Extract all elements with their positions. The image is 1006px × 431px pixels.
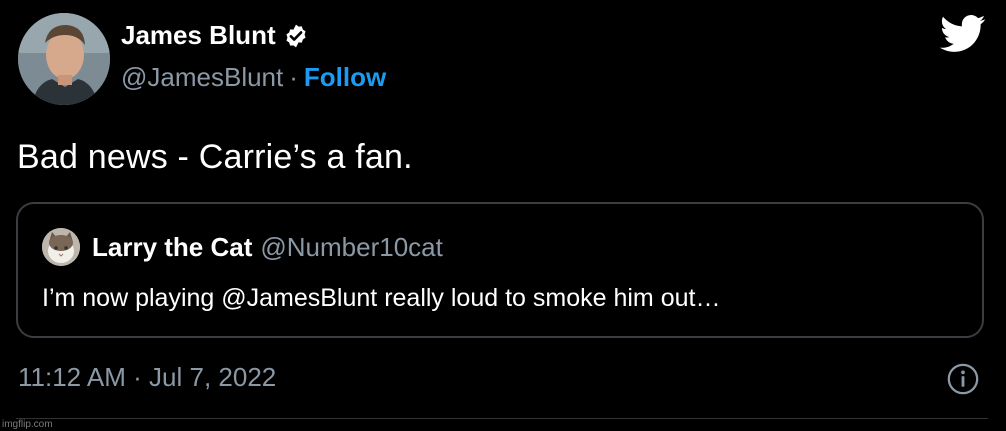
tweet-timestamp[interactable]: 11:12 AM · Jul 7, 2022 — [18, 362, 276, 393]
quoted-author-handle[interactable]: @Number10cat — [260, 232, 442, 262]
quoted-tweet-text: I’m now playing @JamesBlunt really loud … — [42, 284, 721, 312]
tweet-text: Bad news - Carrie’s a fan. — [17, 138, 413, 176]
quoted-author-name[interactable]: Larry the Cat — [92, 232, 252, 262]
divider — [16, 418, 988, 419]
author-name[interactable]: James Blunt — [121, 20, 276, 51]
quoted-tweet-card[interactable]: Larry the Cat @Number10cat I’m now playin… — [16, 202, 984, 338]
watermark: imgflip.com — [2, 419, 53, 430]
quoted-author-avatar[interactable] — [42, 228, 80, 266]
quoted-tweet-header: Larry the Cat @Number10cat — [92, 232, 443, 263]
follow-button[interactable]: Follow — [304, 62, 386, 92]
avatar-image — [18, 13, 110, 105]
cat-avatar-image — [42, 228, 80, 266]
handle-row: @JamesBlunt · Follow — [121, 62, 386, 93]
author-avatar[interactable] — [18, 13, 110, 105]
info-icon[interactable] — [946, 362, 980, 396]
author-name-row: James Blunt — [121, 20, 309, 51]
separator-dot: · — [289, 62, 298, 92]
twitter-bird-icon[interactable] — [940, 14, 986, 54]
author-handle[interactable]: @JamesBlunt — [121, 62, 283, 92]
verified-badge-icon — [286, 24, 306, 47]
